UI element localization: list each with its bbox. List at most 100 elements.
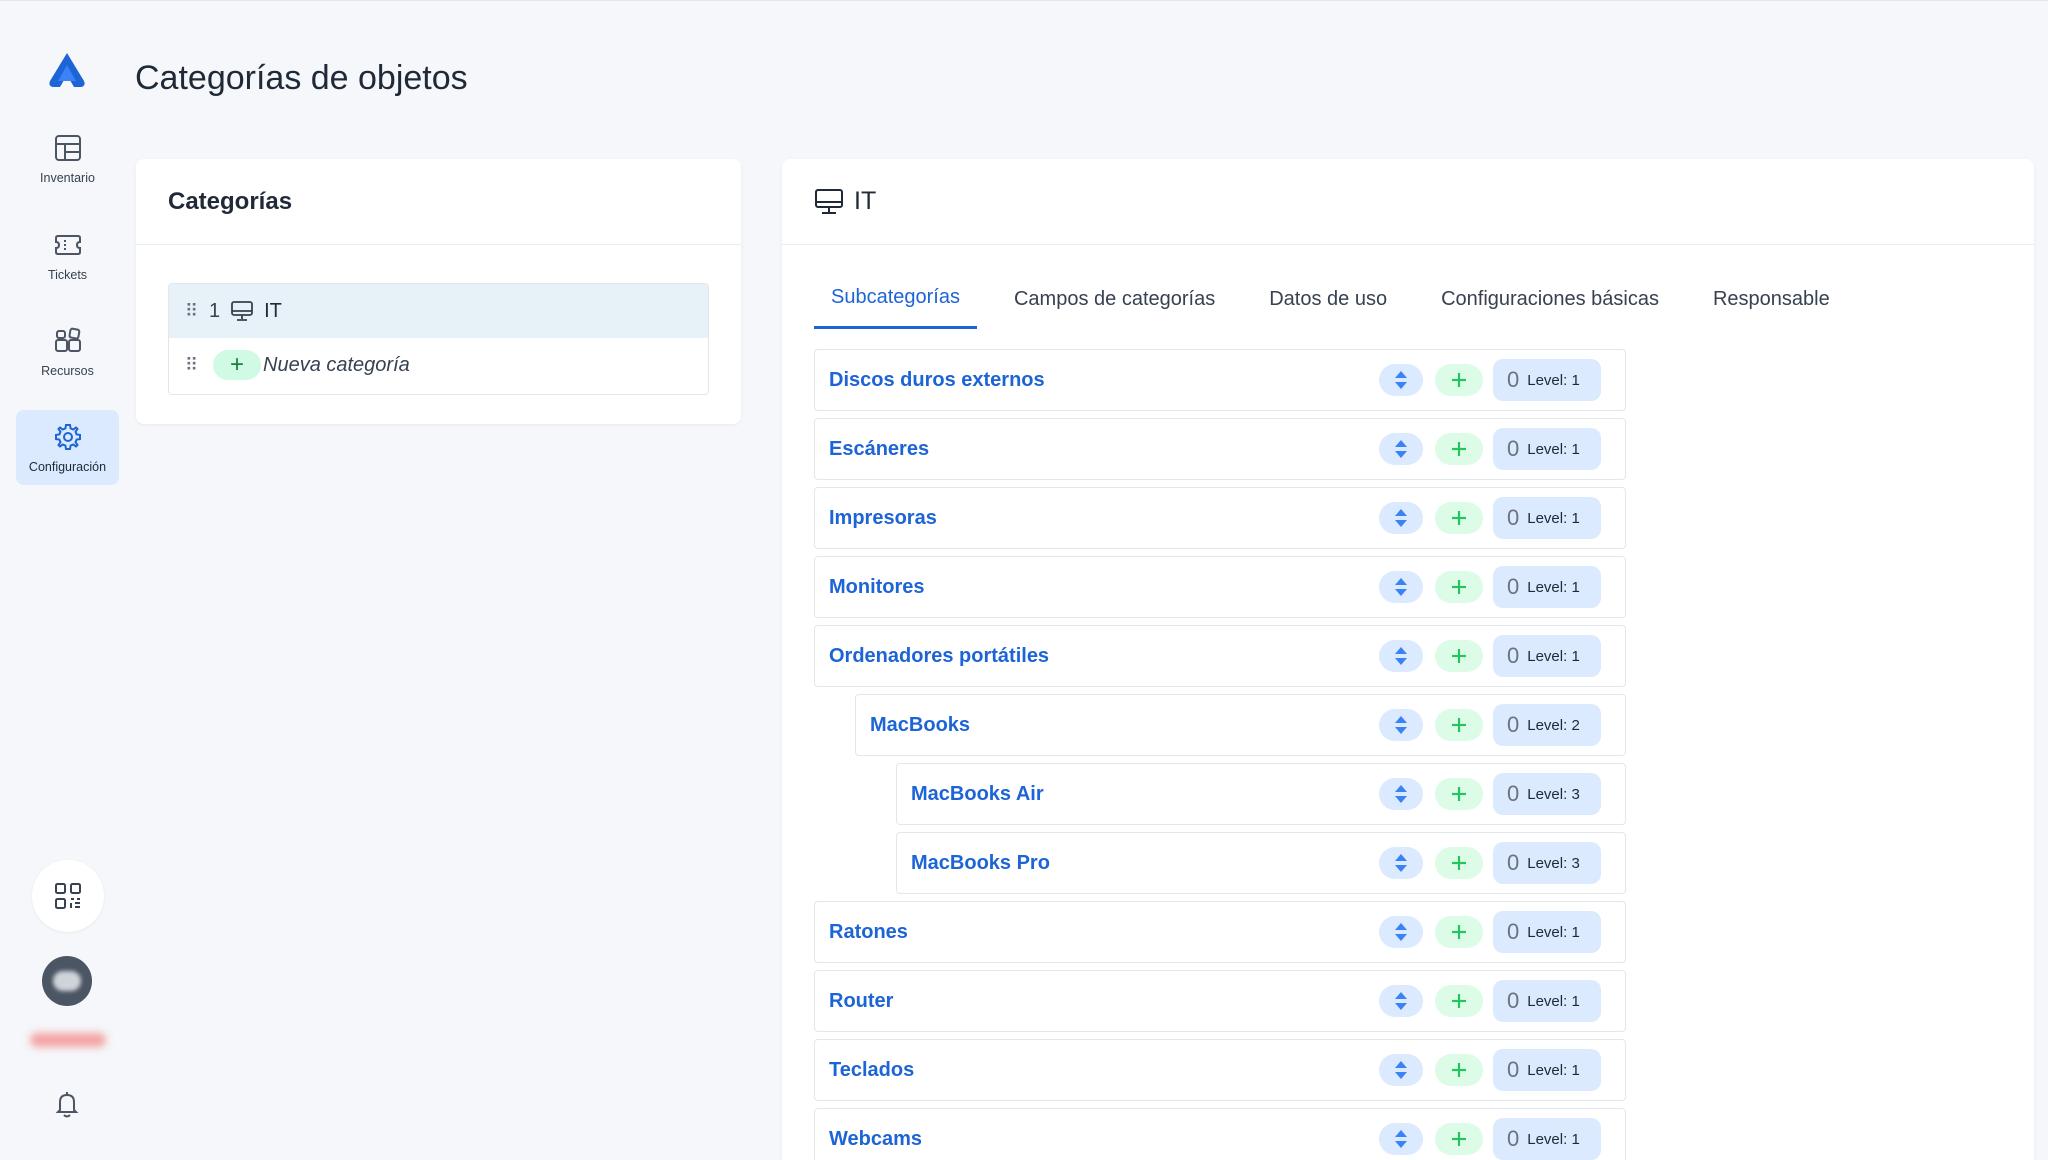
plus-icon [1452,442,1466,456]
sort-arrows-icon [1395,647,1407,665]
subcategory-name[interactable]: Impresoras [815,507,1379,530]
gear-icon [54,423,81,450]
level-label: Level: 1 [1527,992,1580,1010]
sort-arrows-icon [1395,923,1407,941]
subcategory-name[interactable]: Monitores [815,576,1379,599]
level-badge: 0 Level: 3 [1493,842,1601,884]
nav-item-configuracion[interactable]: Configuración [16,410,119,485]
subcategory-row[interactable]: Ratones 0 Level: 1 [814,901,1626,963]
reorder-button[interactable] [1379,1054,1423,1086]
reorder-button[interactable] [1379,364,1423,396]
subcategory-name[interactable]: Teclados [815,1059,1379,1082]
categories-card-title: Categorías [136,159,741,245]
add-subcategory-button[interactable] [1435,985,1483,1017]
subcategory-name[interactable]: MacBooks Pro [897,852,1379,875]
subcategory-name[interactable]: MacBooks Air [897,783,1379,806]
add-subcategory-button[interactable] [1435,1123,1483,1155]
new-category-row[interactable]: ⠿ + Nueva categoría [169,338,708,392]
reorder-button[interactable] [1379,985,1423,1017]
reorder-button[interactable] [1379,640,1423,672]
plus-icon [1452,787,1466,801]
plus-icon [1452,580,1466,594]
item-count: 0 [1507,919,1520,944]
subcategory-name[interactable]: Escáneres [815,438,1379,461]
level-label: Level: 1 [1527,578,1580,596]
app-logo-icon[interactable] [46,51,88,91]
plus-icon[interactable]: + [213,350,261,380]
subcategory-controls: 0 Level: 1 [1379,497,1601,539]
subcategory-row[interactable]: Webcams 0 Level: 1 [814,1108,1626,1160]
subcategory-row[interactable]: MacBooks Pro 0 Level: 3 [896,832,1626,894]
nav-item-inventario[interactable]: Inventario [16,121,119,196]
bell-icon[interactable] [52,1089,82,1119]
subcategory-list: Discos duros externos 0 Level: 1 Escáneres 0… [814,349,1626,1160]
subcategory-row[interactable]: Escáneres 0 Level: 1 [814,418,1626,480]
add-subcategory-button[interactable] [1435,778,1483,810]
reorder-button[interactable] [1379,916,1423,948]
tab-configuraciones-basicas[interactable]: Configuraciones básicas [1424,269,1676,329]
sidebar: Inventario Tickets Recursos Configuració… [0,1,135,1160]
add-subcategory-button[interactable] [1435,502,1483,534]
subcategory-name[interactable]: MacBooks [856,714,1379,737]
reorder-button[interactable] [1379,709,1423,741]
add-subcategory-button[interactable] [1435,571,1483,603]
nav-item-recursos[interactable]: Recursos [16,314,119,389]
avatar[interactable] [42,956,92,1006]
tab-campos-de-categorias[interactable]: Campos de categorías [997,269,1232,329]
add-subcategory-button[interactable] [1435,847,1483,879]
qr-code-button[interactable] [32,860,104,932]
item-count: 0 [1507,643,1520,668]
subcategory-row[interactable]: Monitores 0 Level: 1 [814,556,1626,618]
nav-label-inventario: Inventario [40,170,95,185]
item-count: 0 [1507,367,1520,392]
category-row-it[interactable]: ⠿ 1 IT [169,284,708,338]
subcategory-name[interactable]: Discos duros externos [815,369,1379,392]
add-subcategory-button[interactable] [1435,916,1483,948]
reorder-button[interactable] [1379,433,1423,465]
monitor-icon [815,188,843,214]
subcategory-name[interactable]: Ratones [815,921,1379,944]
tab-responsable[interactable]: Responsable [1696,269,1847,329]
detail-title: IT [854,187,877,215]
add-subcategory-button[interactable] [1435,640,1483,672]
subcategory-name[interactable]: Webcams [815,1128,1379,1151]
add-subcategory-button[interactable] [1435,1054,1483,1086]
level-badge: 0 Level: 1 [1493,911,1601,953]
reorder-button[interactable] [1379,1123,1423,1155]
reorder-button[interactable] [1379,502,1423,534]
subcategory-row[interactable]: Ordenadores portátiles 0 Level: 1 [814,625,1626,687]
tab-datos-de-uso[interactable]: Datos de uso [1252,269,1404,329]
drag-handle-icon[interactable]: ⠿ [185,355,203,376]
reorder-button[interactable] [1379,778,1423,810]
add-subcategory-button[interactable] [1435,709,1483,741]
reorder-button[interactable] [1379,847,1423,879]
level-label: Level: 1 [1527,647,1580,665]
nav-item-tickets[interactable]: Tickets [16,218,119,293]
sort-arrows-icon [1395,785,1407,803]
detail-tabs: Subcategorías Campos de categorías Datos… [814,269,1867,329]
tab-subcategorias[interactable]: Subcategorías [814,269,977,329]
drag-handle-icon[interactable]: ⠿ [185,301,203,322]
add-subcategory-button[interactable] [1435,364,1483,396]
add-subcategory-button[interactable] [1435,433,1483,465]
avatar-image [53,971,81,991]
item-count: 0 [1507,712,1520,737]
level-label: Level: 3 [1527,785,1580,803]
level-badge: 0 Level: 3 [1493,773,1601,815]
level-label: Level: 1 [1527,923,1580,941]
item-count: 0 [1507,1057,1520,1082]
subcategory-row[interactable]: MacBooks Air 0 Level: 3 [896,763,1626,825]
subcategory-row[interactable]: Teclados 0 Level: 1 [814,1039,1626,1101]
subcategory-row[interactable]: Router 0 Level: 1 [814,970,1626,1032]
subcategory-row[interactable]: Impresoras 0 Level: 1 [814,487,1626,549]
sort-arrows-icon [1395,854,1407,872]
level-badge: 0 Level: 1 [1493,1049,1601,1091]
category-name: IT [264,299,282,322]
subcategory-name[interactable]: Router [815,990,1379,1013]
subcategory-name[interactable]: Ordenadores portátiles [815,645,1379,668]
nav-label-recursos: Recursos [41,363,94,378]
subcategory-row[interactable]: Discos duros externos 0 Level: 1 [814,349,1626,411]
subcategory-row[interactable]: MacBooks 0 Level: 2 [855,694,1626,756]
plus-icon [1452,856,1466,870]
reorder-button[interactable] [1379,571,1423,603]
